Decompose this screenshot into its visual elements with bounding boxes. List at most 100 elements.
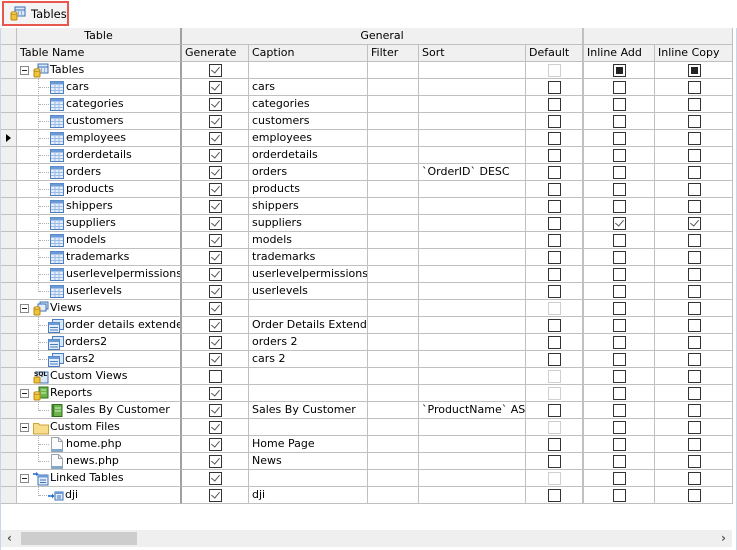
table-name-cell[interactable]: orderdetails xyxy=(17,147,182,164)
table-row[interactable]: news.php News xyxy=(1,453,733,470)
sort-cell[interactable] xyxy=(419,487,526,504)
generate-checkbox[interactable] xyxy=(209,64,222,77)
inline-add-checkbox[interactable] xyxy=(613,455,626,468)
sort-cell[interactable] xyxy=(419,300,526,317)
inline-copy-checkbox[interactable] xyxy=(687,268,701,281)
filter-cell[interactable] xyxy=(368,487,419,504)
sort-cell[interactable] xyxy=(419,385,526,402)
inline-add-checkbox[interactable] xyxy=(613,98,626,111)
inline-copy-checkbox[interactable] xyxy=(687,64,701,77)
sort-cell[interactable] xyxy=(419,62,526,79)
inline-copy-checkbox[interactable] xyxy=(687,370,701,383)
inline-add-checkbox[interactable] xyxy=(613,183,626,196)
generate-checkbox[interactable] xyxy=(209,166,222,179)
sort-cell[interactable] xyxy=(419,113,526,130)
sort-cell[interactable] xyxy=(419,249,526,266)
filter-cell[interactable] xyxy=(368,334,419,351)
sort-cell[interactable] xyxy=(419,470,526,487)
filter-cell[interactable] xyxy=(368,300,419,317)
table-row[interactable]: products products xyxy=(1,181,733,198)
default-checkbox[interactable] xyxy=(548,98,561,111)
filter-cell[interactable] xyxy=(368,419,419,436)
caption-cell[interactable]: News xyxy=(249,453,368,470)
col-header-inline-copy[interactable]: Inline Copy xyxy=(655,45,733,62)
inline-add-checkbox[interactable] xyxy=(613,302,626,315)
table-row[interactable]: Custom Files xyxy=(1,419,733,436)
inline-copy-checkbox[interactable] xyxy=(687,421,701,434)
table-name-cell[interactable]: trademarks xyxy=(17,249,182,266)
generate-checkbox[interactable] xyxy=(209,302,222,315)
sort-cell[interactable] xyxy=(419,130,526,147)
table-name-cell[interactable]: customers xyxy=(17,113,182,130)
inline-add-checkbox[interactable] xyxy=(613,438,626,451)
row-selector[interactable] xyxy=(1,453,17,470)
table-name-cell[interactable]: Sales By Customer xyxy=(17,402,182,419)
caption-cell[interactable] xyxy=(249,470,368,487)
generate-checkbox[interactable] xyxy=(209,319,222,332)
default-checkbox[interactable] xyxy=(548,489,561,502)
table-name-cell[interactable]: userlevelpermissions xyxy=(17,266,182,283)
caption-cell[interactable]: products xyxy=(249,181,368,198)
inline-add-checkbox[interactable] xyxy=(613,336,626,349)
generate-checkbox[interactable] xyxy=(209,132,222,145)
sort-cell[interactable] xyxy=(419,79,526,96)
col-header-filter[interactable]: Filter xyxy=(368,45,419,62)
default-checkbox[interactable] xyxy=(548,455,561,468)
default-checkbox[interactable] xyxy=(548,234,561,247)
default-checkbox[interactable] xyxy=(548,268,561,281)
collapse-icon[interactable] xyxy=(20,66,29,75)
row-selector[interactable] xyxy=(1,402,17,419)
filter-cell[interactable] xyxy=(368,198,419,215)
table-name-cell[interactable]: categories xyxy=(17,96,182,113)
sort-cell[interactable] xyxy=(419,317,526,334)
generate-checkbox[interactable] xyxy=(209,234,222,247)
filter-cell[interactable] xyxy=(368,96,419,113)
inline-add-checkbox[interactable] xyxy=(613,421,626,434)
generate-checkbox[interactable] xyxy=(209,472,222,485)
table-name-cell[interactable]: dji xyxy=(17,487,182,504)
generate-checkbox[interactable] xyxy=(209,251,222,264)
generate-checkbox[interactable] xyxy=(209,387,222,400)
table-name-cell[interactable]: home.php xyxy=(17,436,182,453)
inline-add-checkbox[interactable] xyxy=(613,166,626,179)
inline-add-checkbox[interactable] xyxy=(613,200,626,213)
table-row[interactable]: cars2 cars 2 xyxy=(1,351,733,368)
default-checkbox[interactable] xyxy=(548,115,561,128)
table-name-cell[interactable]: shippers xyxy=(17,198,182,215)
inline-copy-checkbox[interactable] xyxy=(687,438,701,451)
generate-checkbox[interactable] xyxy=(209,489,222,502)
table-row[interactable]: employees employees xyxy=(1,130,733,147)
row-selector[interactable] xyxy=(1,283,17,300)
caption-cell[interactable]: models xyxy=(249,232,368,249)
filter-cell[interactable] xyxy=(368,351,419,368)
sort-cell[interactable] xyxy=(419,334,526,351)
default-checkbox[interactable] xyxy=(548,336,561,349)
generate-checkbox[interactable] xyxy=(209,404,222,417)
col-header-generate[interactable]: Generate xyxy=(182,45,249,62)
table-row[interactable]: models models xyxy=(1,232,733,249)
sort-cell[interactable] xyxy=(419,351,526,368)
table-name-cell[interactable]: news.php xyxy=(17,453,182,470)
filter-cell[interactable] xyxy=(368,181,419,198)
row-selector[interactable] xyxy=(1,62,17,79)
sort-cell[interactable] xyxy=(419,436,526,453)
default-checkbox[interactable] xyxy=(548,438,561,451)
inline-add-checkbox[interactable] xyxy=(613,489,626,502)
row-selector[interactable] xyxy=(1,419,17,436)
table-row[interactable]: trademarks trademarks xyxy=(1,249,733,266)
caption-cell[interactable]: userlevelpermissions xyxy=(249,266,368,283)
default-checkbox[interactable] xyxy=(548,251,561,264)
inline-copy-checkbox[interactable] xyxy=(687,132,701,145)
caption-cell[interactable]: cars 2 xyxy=(249,351,368,368)
generate-checkbox[interactable] xyxy=(209,98,222,111)
collapse-icon[interactable] xyxy=(20,389,29,398)
collapse-icon[interactable] xyxy=(20,474,29,483)
table-name-cell[interactable]: models xyxy=(17,232,182,249)
default-checkbox[interactable] xyxy=(548,404,561,417)
inline-add-checkbox[interactable] xyxy=(613,251,626,264)
inline-add-checkbox[interactable] xyxy=(613,115,626,128)
inline-add-checkbox[interactable] xyxy=(613,353,626,366)
inline-add-checkbox[interactable] xyxy=(613,472,626,485)
row-selector[interactable] xyxy=(1,385,17,402)
inline-copy-checkbox[interactable] xyxy=(687,98,701,111)
